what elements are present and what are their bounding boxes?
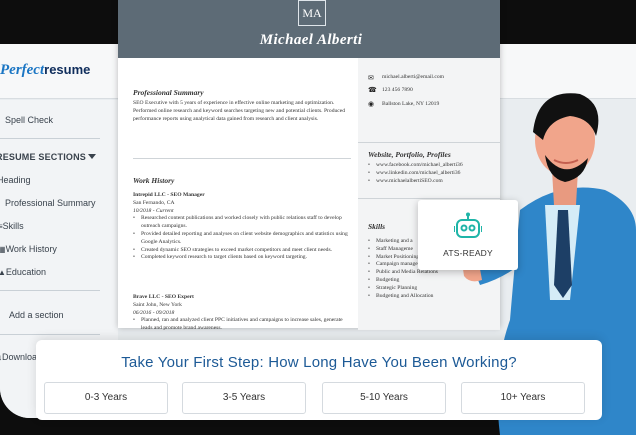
ats-ready-card: ATS-READY [418,200,518,270]
job-bullets: Planned, ran and analyzed client PPC ini… [133,317,353,333]
sidebar-item-label: Work History [5,244,57,254]
divider [133,158,351,159]
list-item: Planned, ran and analyzed client PPC ini… [133,317,353,333]
list-item: Created dynamic SEO strategies to exceed… [133,247,353,255]
sidebar-item-label: Heading [0,175,31,185]
job-location: San Fernando, CA [133,199,175,206]
sidebar-item-heading[interactable]: ​Heading [0,175,31,185]
work-section-title: Work History [133,176,175,185]
sidebar-divider [0,138,100,139]
job-entry: Brave LLC - SEO Expert Saint John, New Y… [133,294,353,333]
candidate-name: Michael Alberti [259,32,363,48]
summary-section-title: Professional Summary [133,88,204,97]
list-item: Researched content publications and work… [133,215,353,231]
list-item: Completed keyword research to target cli… [133,254,353,262]
summary-text: SEO Executive with 5 years of experience… [133,100,346,122]
sidebar-item-professional-summary[interactable]: Professional Summary [5,198,96,208]
option-0-3-years[interactable]: 0-3 Years [44,382,168,414]
sidebar-divider [0,334,100,335]
sidebar-item-label: Professional Summary [5,198,96,208]
job-title: Brave LLC - SEO Expert [133,294,194,300]
sidebar-item-work-history[interactable]: ▦Work History [0,244,57,254]
contact-phone: 123 456 7890 [382,87,413,93]
job-bullets: Researched content publications and work… [133,215,353,262]
location-pin-icon: ◉ [368,101,375,108]
sidebar-item-education[interactable]: ▲Education [0,267,46,277]
robot-icon [454,212,482,238]
add-section-button[interactable]: Add a section [9,310,64,320]
skills-section-title: Skills [368,222,386,231]
sidebar-item-label: Skills [2,221,24,231]
logo-part-1: Perfect [0,62,45,78]
phone-icon: ☎ [368,87,377,94]
resume-sections-header[interactable]: RESUME SECTIONS [0,152,86,162]
job-entry: Intrepid LLC - SEO Manager San Fernando,… [133,192,353,262]
prompt-title: Take Your First Step: How Long Have You … [121,354,517,371]
list-item: Provided detailed reporting and analyses… [133,231,353,247]
option-5-10-years[interactable]: 5-10 Years [322,382,446,414]
sidebar-item-skills[interactable]: ≡Skills [0,221,24,231]
job-title: Intrepid LLC - SEO Manager [133,192,205,198]
experience-prompt-panel: Take Your First Step: How Long Have You … [36,340,602,420]
page: Perfectresume Spell Check RESUME SECTION… [0,0,636,435]
logo-part-2: resume [44,62,91,77]
option-3-5-years[interactable]: 3-5 Years [182,382,306,414]
sidebar-divider [0,290,100,291]
resume-header: MA Michael Alberti [118,0,500,58]
job-location: Saint John, New York [133,301,182,308]
spell-check-button[interactable]: Spell Check [5,115,53,125]
chevron-down-icon[interactable] [88,154,96,159]
monogram: MA [298,0,326,26]
mail-icon: ✉ [368,75,374,82]
ats-ready-label: ATS-READY [443,248,493,258]
sidebar-item-label: Education [5,267,46,277]
option-10-plus-years[interactable]: 10+ Years [461,382,585,414]
logo[interactable]: Perfectresume [0,62,90,79]
job-dates: 06/2016 - 09/2018 [133,309,175,316]
